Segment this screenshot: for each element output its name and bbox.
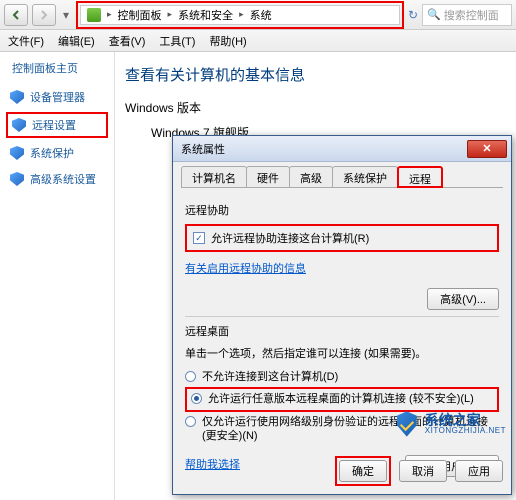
tab-strip: 计算机名 硬件 高级 系统保护 远程 [181, 166, 503, 188]
rd-option-allow-any[interactable]: 允许运行任意版本远程桌面的计算机连接 (较不安全)(L) [185, 387, 499, 411]
refresh-icon[interactable]: ↻ [408, 8, 418, 22]
breadcrumb-item[interactable]: 系统和安全 [178, 7, 233, 23]
navigation-bar: ▾ ▸ 控制面板 ▸ 系统和安全 ▸ 系统 ↻ 🔍 搜索控制面 [0, 0, 516, 30]
version-section-label: Windows 版本 [125, 99, 506, 116]
watermark-shield-icon [393, 410, 421, 438]
sidebar-item-advanced-settings[interactable]: 高级系统设置 [6, 168, 108, 190]
ok-button[interactable]: 确定 [339, 460, 387, 482]
shield-icon [10, 146, 24, 160]
chevron-right-icon: ▸ [107, 9, 112, 20]
watermark: 系统之家 XITONGZHIJIA.NET [393, 410, 506, 438]
page-title: 查看有关计算机的基本信息 [125, 64, 506, 85]
rd-option-label: 不允许连接到这台计算机(D) [202, 370, 338, 384]
close-icon: ✕ [482, 142, 491, 155]
tab-advanced[interactable]: 高级 [289, 166, 333, 187]
arrow-right-icon [38, 9, 50, 21]
remote-desktop-desc: 单击一个选项，然后指定谁可以连接 (如果需要)。 [185, 345, 499, 361]
sidebar: 控制面板主页 设备管理器 远程设置 系统保护 高级系统设置 [0, 52, 115, 500]
forward-button[interactable] [32, 4, 56, 26]
sidebar-item-label: 远程设置 [32, 117, 76, 133]
tab-hardware[interactable]: 硬件 [246, 166, 290, 187]
radio-icon [185, 416, 196, 427]
sidebar-title[interactable]: 控制面板主页 [6, 60, 108, 76]
shield-icon [10, 90, 24, 104]
dropdown-icon[interactable]: ▾ [60, 8, 72, 22]
dialog-titlebar[interactable]: 系统属性 ✕ [173, 136, 511, 162]
apply-button[interactable]: 应用 [455, 460, 503, 482]
chevron-right-icon: ▸ [239, 9, 244, 20]
allow-remote-assist-row: ✓ 允许远程协助连接这台计算机(R) [185, 224, 499, 252]
tab-remote[interactable]: 远程 [397, 166, 443, 188]
menu-bar: 文件(F) 编辑(E) 查看(V) 工具(T) 帮助(H) [0, 30, 516, 52]
breadcrumb-item[interactable]: 控制面板 [118, 7, 162, 23]
tab-computer-name[interactable]: 计算机名 [181, 166, 247, 187]
menu-help[interactable]: 帮助(H) [209, 33, 246, 49]
sidebar-item-remote-settings[interactable]: 远程设置 [6, 112, 108, 138]
dialog-title: 系统属性 [181, 141, 467, 157]
shield-icon [12, 118, 26, 132]
tab-system-protection[interactable]: 系统保护 [332, 166, 398, 187]
allow-remote-assist-checkbox[interactable]: ✓ [193, 232, 205, 244]
sidebar-item-label: 系统保护 [30, 145, 74, 161]
menu-file[interactable]: 文件(F) [8, 33, 44, 49]
sidebar-item-label: 设备管理器 [30, 89, 85, 105]
breadcrumb[interactable]: ▸ 控制面板 ▸ 系统和安全 ▸ 系统 [80, 5, 400, 25]
breadcrumb-highlight: ▸ 控制面板 ▸ 系统和安全 ▸ 系统 [76, 1, 404, 29]
breadcrumb-item[interactable]: 系统 [250, 7, 272, 23]
menu-view[interactable]: 查看(V) [109, 33, 146, 49]
dialog-button-row: 确定 取消 应用 [181, 456, 503, 486]
radio-icon [185, 371, 196, 382]
computer-icon [87, 8, 101, 22]
rd-option-label: 允许运行任意版本远程桌面的计算机连接 (较不安全)(L) [208, 392, 474, 406]
arrow-left-icon [10, 9, 22, 21]
watermark-cn: 系统之家 [425, 413, 506, 427]
ok-highlight: 确定 [335, 456, 391, 486]
cancel-button[interactable]: 取消 [399, 460, 447, 482]
remote-assist-help-link[interactable]: 有关启用远程协助的信息 [185, 260, 306, 276]
sidebar-item-label: 高级系统设置 [30, 171, 96, 187]
chevron-right-icon: ▸ [168, 9, 173, 20]
remote-assist-advanced-button[interactable]: 高级(V)... [427, 288, 499, 310]
remote-assist-group-title: 远程协助 [185, 202, 499, 218]
close-button[interactable]: ✕ [467, 140, 507, 158]
dialog-body: 计算机名 硬件 高级 系统保护 远程 远程协助 ✓ 允许远程协助连接这台计算机(… [173, 162, 511, 496]
remote-tab-panel: 远程协助 ✓ 允许远程协助连接这台计算机(R) 有关启用远程协助的信息 高级(V… [181, 188, 503, 488]
search-input[interactable]: 🔍 搜索控制面 [422, 4, 512, 26]
system-properties-dialog: 系统属性 ✕ 计算机名 硬件 高级 系统保护 远程 远程协助 ✓ 允许远程协助连… [172, 135, 512, 495]
watermark-en: XITONGZHIJIA.NET [425, 427, 506, 435]
sidebar-item-device-manager[interactable]: 设备管理器 [6, 86, 108, 108]
back-button[interactable] [4, 4, 28, 26]
rd-option-deny[interactable]: 不允许连接到这台计算机(D) [185, 367, 499, 387]
divider [185, 316, 499, 317]
search-placeholder: 搜索控制面 [444, 7, 499, 23]
menu-tools[interactable]: 工具(T) [159, 33, 195, 49]
menu-edit[interactable]: 编辑(E) [58, 33, 95, 49]
remote-desktop-group-title: 远程桌面 [185, 323, 499, 339]
radio-icon [191, 393, 202, 404]
allow-remote-assist-label: 允许远程协助连接这台计算机(R) [211, 230, 369, 246]
search-icon: 🔍 [427, 8, 441, 21]
sidebar-item-system-protection[interactable]: 系统保护 [6, 142, 108, 164]
shield-icon [10, 172, 24, 186]
